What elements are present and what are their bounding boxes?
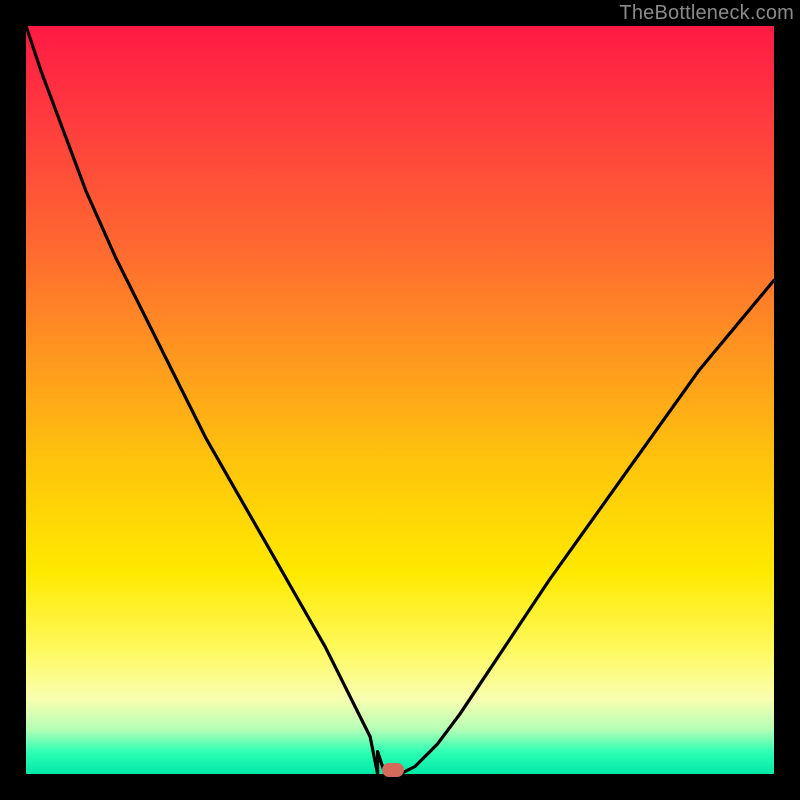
watermark-text: TheBottleneck.com (619, 2, 794, 25)
plot-area (26, 26, 774, 774)
chart-container: TheBottleneck.com (0, 0, 800, 800)
minimum-marker (382, 763, 404, 777)
bottleneck-curve (26, 26, 774, 774)
